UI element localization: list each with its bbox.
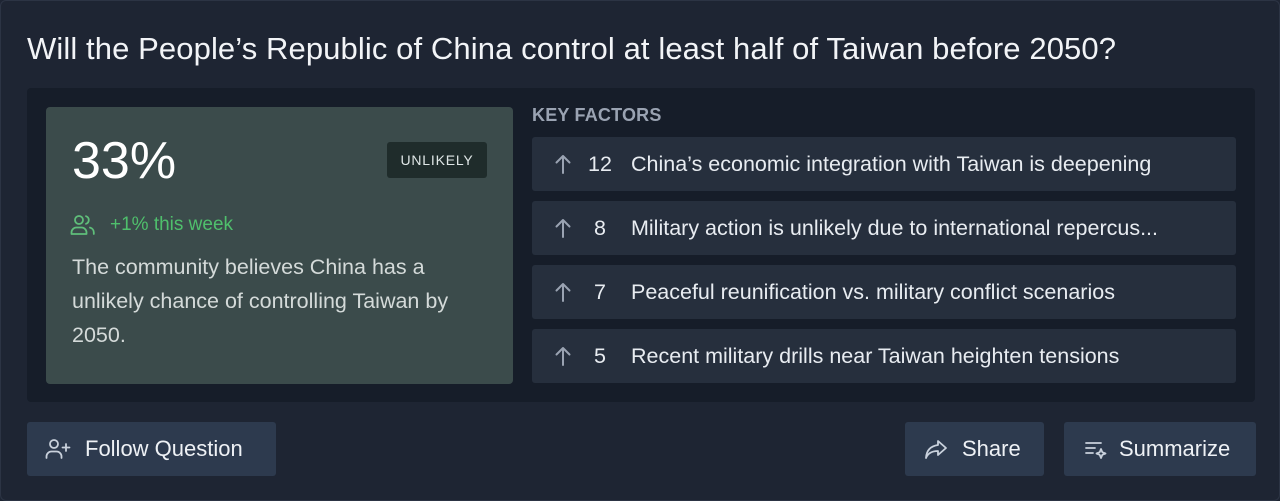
question-panel: 33% UNLIKELY +1% this week The community… xyxy=(27,88,1255,402)
key-factors-list: 12 China’s economic integration with Tai… xyxy=(532,137,1236,393)
key-factor-item[interactable]: 8 Military action is unlikely due to int… xyxy=(532,201,1236,255)
factor-text: Peaceful reunification vs. military conf… xyxy=(631,279,1115,304)
factor-votes: 8 xyxy=(594,215,606,240)
sparkle-list-icon xyxy=(1085,442,1107,459)
share-label: Share xyxy=(962,436,1021,461)
probability-value: 33% xyxy=(72,132,177,190)
user-plus-icon xyxy=(45,439,71,459)
key-factor-item[interactable]: 5 Recent military drills near Taiwan hei… xyxy=(532,329,1236,383)
question-title: Will the People’s Republic of China cont… xyxy=(27,31,1117,66)
arrow-up-icon[interactable] xyxy=(554,217,572,239)
arrow-up-icon[interactable] xyxy=(554,153,572,175)
share-button[interactable]: Share xyxy=(905,422,1044,476)
factor-text: Military action is unlikely due to inter… xyxy=(631,215,1159,240)
forecast-description: The community believes China has a unlik… xyxy=(72,255,449,347)
weekly-trend: +1% this week xyxy=(70,213,233,237)
summarize-button[interactable]: Summarize xyxy=(1064,422,1256,476)
question-card: Will the People’s Republic of China cont… xyxy=(0,0,1280,501)
factor-votes: 7 xyxy=(594,279,606,304)
key-factor-item[interactable]: 7 Peaceful reunification vs. military co… xyxy=(532,265,1236,319)
follow-question-button[interactable]: Follow Question xyxy=(27,422,276,476)
share-icon xyxy=(925,440,947,459)
users-icon xyxy=(70,215,95,235)
factor-text: China’s economic integration with Taiwan… xyxy=(631,151,1152,176)
forecast-card: 33% UNLIKELY +1% this week The community… xyxy=(46,107,513,384)
follow-question-label: Follow Question xyxy=(85,436,243,461)
arrow-up-icon[interactable] xyxy=(554,281,572,303)
key-factor-item[interactable]: 12 China’s economic integration with Tai… xyxy=(532,137,1236,191)
factor-votes: 12 xyxy=(588,151,612,176)
arrow-up-icon[interactable] xyxy=(554,345,572,367)
likelihood-badge: UNLIKELY xyxy=(387,142,487,178)
summarize-label: Summarize xyxy=(1119,436,1231,461)
trend-text: +1% this week xyxy=(110,214,234,235)
factor-text: Recent military drills near Taiwan heigh… xyxy=(631,343,1120,368)
factor-votes: 5 xyxy=(594,343,606,368)
key-factors-heading: KEY FACTORS xyxy=(532,105,662,125)
